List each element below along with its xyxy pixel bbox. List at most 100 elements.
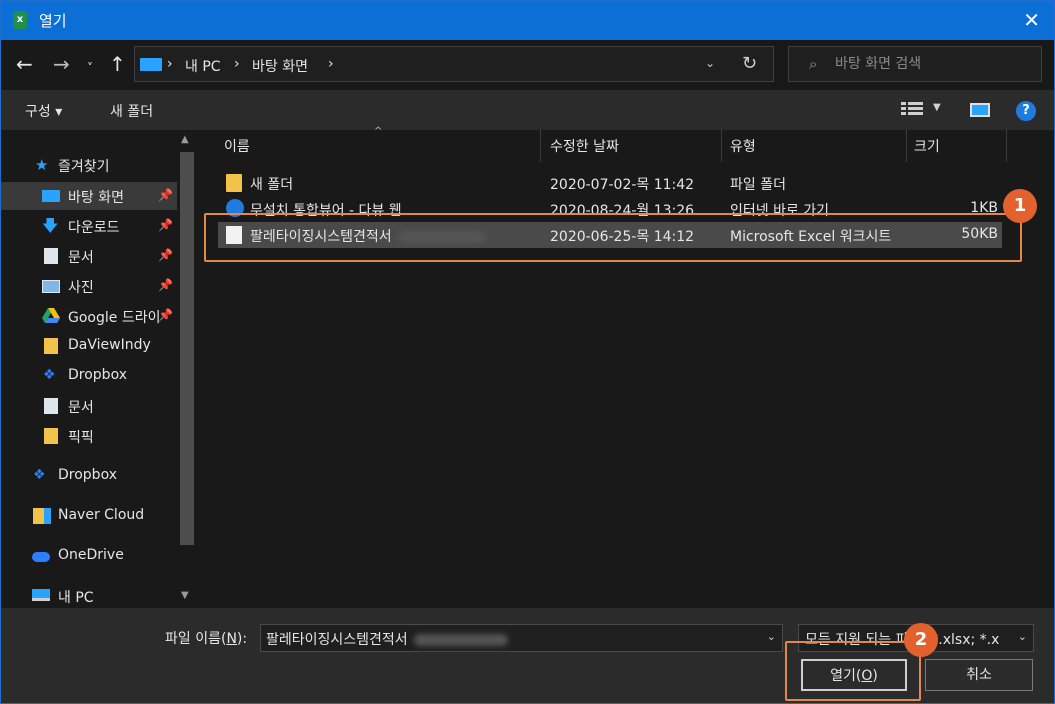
pc-icon [140,58,162,71]
nav-item-onedrive[interactable]: OneDrive [1,542,177,570]
filename-dropdown-icon[interactable]: ⌄ [767,630,776,643]
filter-dropdown-icon[interactable]: ⌄ [1018,630,1027,643]
nav-scrollbar[interactable]: ▲ ▼ [177,130,197,608]
download-icon: 🡇 [42,216,59,235]
pin-icon: 📌 [158,248,173,262]
dropbox-icon: ❖ [33,467,46,483]
nav-item-quick-access[interactable]: ★ 즐겨찾기 [1,151,177,179]
preview-pane-icon[interactable] [970,103,990,117]
dialog-title: 열기 [39,12,67,30]
column-divider[interactable] [721,130,722,162]
back-arrow-icon[interactable]: ← [16,52,33,76]
star-icon: ★ [35,156,49,174]
column-header-name[interactable]: 이름 [224,136,250,156]
new-folder-button[interactable]: 새 폴더 [110,101,153,121]
nav-item-naver-cloud[interactable]: Naver Cloud [1,502,177,530]
address-row: ← → ˅ ↑ › 내 PC › 바탕 화면 › ⌄ ↻ ⌕ [1,40,1054,90]
search-box[interactable]: ⌕ [788,46,1042,82]
nav-item-this-pc[interactable]: 내 PC [1,582,177,608]
pin-icon: 📌 [158,218,173,232]
folder-icon [44,428,58,444]
nav-item-dropbox-root[interactable]: ❖ Dropbox [1,462,177,490]
nav-item-google-drive[interactable]: Google 드라이 📌 [1,302,177,330]
column-divider[interactable] [906,130,907,162]
column-header-type[interactable]: 유형 [730,136,756,156]
file-row-new-folder[interactable]: 새 폴더 2020-07-02-목 11:42 파일 폴더 [218,170,1002,196]
document-icon [44,248,58,264]
navigation-pane: ★ 즐겨찾기 바탕 화면 📌 🡇 다운로드 📌 문서 📌 사진 📌 Google… [1,130,198,608]
nav-item-pictures[interactable]: 사진 📌 [1,272,177,300]
google-drive-icon [42,308,60,323]
nav-item-downloads[interactable]: 🡇 다운로드 📌 [1,212,177,240]
nav-item-label: 바탕 화면 [68,190,124,206]
scroll-down-icon[interactable]: ▼ [181,590,189,601]
pin-icon: 📌 [158,278,173,292]
filename-value: 팔레타이징시스템견적서 [266,629,508,649]
breadcrumb-separator[interactable]: › [328,56,334,72]
file-type: 파일 폴더 [730,177,786,193]
nav-item-desktop[interactable]: 바탕 화면 📌 [1,182,177,210]
command-toolbar: 구성 ▾ 새 폴더 ▼ ? [1,90,1054,130]
nav-item-label: 내 PC [58,590,94,606]
nav-item-daviewindy[interactable]: DaViewIndy [1,332,177,360]
nav-item-label: 사진 [68,280,94,296]
search-input[interactable] [835,54,1035,74]
nav-item-label: OneDrive [58,547,124,563]
nav-item-label: 즐겨찾기 [58,159,110,175]
nav-item-label: 문서 [68,400,94,416]
file-date: 2020-07-02-목 11:42 [550,177,695,193]
step-badge-1: 1 [1003,189,1037,223]
nav-item-label: 픽픽 [68,430,94,446]
help-icon[interactable]: ? [1016,101,1036,121]
nav-item-label: DaViewIndy [68,337,151,353]
filename-label: 파일 이름(N): [165,631,248,647]
nav-item-pikpik[interactable]: 픽픽 [1,422,177,450]
search-icon: ⌕ [809,55,818,73]
close-icon[interactable]: ✕ [1023,9,1040,31]
nav-item-label: Google 드라이 [68,310,161,326]
refresh-icon[interactable]: ↻ [742,53,757,74]
breadcrumb-desktop[interactable]: 바탕 화면 [252,56,308,76]
pc-icon [32,589,50,601]
file-name: 새 폴더 [250,177,294,193]
cancel-button[interactable]: 취소 [925,659,1033,691]
folder-icon [44,338,58,354]
view-dropdown-icon[interactable]: ▼ [933,102,941,113]
sort-ascending-icon: ^ [374,126,383,137]
excel-app-icon: x [13,11,27,29]
highlight-box-1 [204,213,1022,262]
column-divider[interactable] [1006,130,1007,162]
nav-item-label: 문서 [68,250,94,266]
scroll-thumb[interactable] [180,152,194,545]
folder-icon [226,174,242,192]
file-list: ^ 이름 수정한 날짜 유형 크기 새 폴더 2020-07-02-목 11:4… [198,126,1054,608]
organize-button[interactable]: 구성 ▾ [25,101,62,121]
nav-item-dropbox[interactable]: ❖ Dropbox [1,362,177,390]
document-icon [44,398,58,414]
recent-locations-chevron-icon[interactable]: ˅ [87,56,93,80]
step-badge-2: 2 [904,623,938,657]
view-options-icon[interactable] [901,102,923,116]
forward-arrow-icon[interactable]: → [53,52,70,76]
highlight-box-2 [785,641,921,701]
naver-cloud-icon [33,508,51,524]
address-dropdown-icon[interactable]: ⌄ [705,56,715,70]
column-header-date-modified[interactable]: 수정한 날짜 [550,136,619,156]
nav-item-documents[interactable]: 문서 📌 [1,242,177,270]
open-file-dialog: x 열기 ✕ ← → ˅ ↑ › 내 PC › 바탕 화면 › ⌄ ↻ ⌕ 구성… [0,0,1055,704]
address-bar[interactable]: › 내 PC › 바탕 화면 › ⌄ ↻ [134,46,774,82]
dropbox-icon: ❖ [43,367,56,383]
up-arrow-icon[interactable]: ↑ [109,52,126,76]
nav-item-label: Naver Cloud [58,507,145,523]
nav-item-label: 다운로드 [68,220,120,236]
breadcrumb-separator[interactable]: › [234,56,240,72]
filename-input[interactable]: 팔레타이징시스템견적서 ⌄ [260,624,783,652]
title-bar: x 열기 ✕ [1,1,1054,40]
nav-item-documents[interactable]: 문서 [1,392,177,420]
breadcrumb-separator[interactable]: › [167,56,173,72]
breadcrumb-this-pc[interactable]: 내 PC [185,56,221,76]
scroll-up-icon[interactable]: ▲ [181,134,189,145]
redacted-blur [413,634,508,646]
column-header-size[interactable]: 크기 [914,136,940,156]
column-divider[interactable] [540,130,541,162]
